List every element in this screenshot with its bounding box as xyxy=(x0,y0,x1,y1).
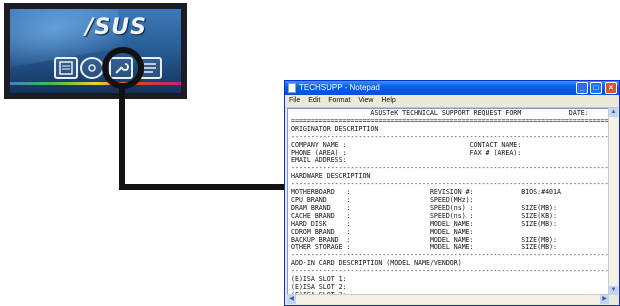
document-line: CDROM BRAND : MODEL NAME: xyxy=(291,227,474,236)
document-line: OTHER STORAGE : MODEL NAME: SIZE(MB): xyxy=(291,243,557,252)
menu-help[interactable]: Help xyxy=(381,97,395,104)
callout-line-vertical xyxy=(119,88,125,190)
rainbow-stripe xyxy=(10,82,181,85)
document-line: EMAIL ADDRESS: xyxy=(291,156,347,165)
document-line: (E)ISA SLOT 1: xyxy=(291,275,347,284)
document-line: ASUSTeK TECHNICAL SUPPORT REQUEST FORM D… xyxy=(291,109,589,117)
menu-bar: File Edit Format View Help xyxy=(285,95,619,108)
text-editor-area[interactable]: ASUSTeK TECHNICAL SUPPORT REQUEST FORM D… xyxy=(287,108,609,295)
vertical-scrollbar[interactable]: ▲ ▼ xyxy=(608,108,618,295)
document-line: PHONE (AREA) : FAX # (AREA): xyxy=(291,148,522,157)
scroll-right-arrow-icon[interactable]: ▶ xyxy=(600,295,609,304)
scroll-up-arrow-icon[interactable]: ▲ xyxy=(609,108,618,117)
document-text: ASUSTeK TECHNICAL SUPPORT REQUEST FORM D… xyxy=(288,109,609,294)
document-line: CACHE BRAND : SPEED(ns) : SIZE(KB): xyxy=(291,211,557,220)
menu-view[interactable]: View xyxy=(358,97,373,104)
notepad-app-icon xyxy=(288,83,296,93)
menu-format[interactable]: Format xyxy=(328,97,350,104)
asus-logo: /SUS xyxy=(85,15,147,40)
asus-menu-background: /SUS xyxy=(10,9,181,93)
cd-icon[interactable] xyxy=(80,57,104,79)
document-line: ========================================… xyxy=(291,116,609,125)
document-line: ----------------------------------------… xyxy=(291,180,609,189)
document-line: HARD DISK : MODEL NAME: SIZE(MB): xyxy=(291,219,557,228)
document-line: ----------------------------------------… xyxy=(291,132,609,141)
document-line: DRAM BRAND : SPEED(ns) : SIZE(MB): xyxy=(291,203,557,212)
callout-circle xyxy=(102,47,144,89)
scroll-down-arrow-icon[interactable]: ▼ xyxy=(609,286,618,295)
callout-line-horizontal xyxy=(119,184,286,190)
document-line: ADD-IN CARD DESCRIPTION (MODEL NAME/VEND… xyxy=(291,259,462,268)
asus-cd-menu-panel: /SUS xyxy=(4,3,187,99)
document-line: CPU BRAND : SPEED(MHz): xyxy=(291,195,474,204)
document-line: MOTHERBOARD : REVISION #: BIOS:#401A xyxy=(291,188,561,197)
document-line: ----------------------------------------… xyxy=(291,164,609,173)
minimize-button[interactable]: _ xyxy=(576,82,588,94)
notepad-titlebar[interactable]: TECHSUPP - Notepad _ □ × xyxy=(285,81,619,95)
close-button[interactable]: × xyxy=(605,82,617,94)
document-line: (E)ISA SLOT 2: xyxy=(291,282,347,291)
horizontal-scrollbar[interactable]: ◀ ▶ xyxy=(287,294,609,304)
document-line: COMPANY NAME : CONTACT NAME: xyxy=(291,140,522,149)
document-icon[interactable] xyxy=(54,57,78,79)
notepad-window: TECHSUPP - Notepad _ □ × File Edit Forma… xyxy=(284,80,620,306)
document-line: ----------------------------------------… xyxy=(291,251,609,260)
document-line: ORIGINATOR DESCRIPTION xyxy=(291,124,379,133)
document-line: ----------------------------------------… xyxy=(291,267,609,276)
scroll-left-arrow-icon[interactable]: ◀ xyxy=(287,295,296,304)
document-line: HARDWARE DESCRIPTION xyxy=(291,172,371,181)
window-title: TECHSUPP - Notepad xyxy=(299,83,380,92)
menu-file[interactable]: File xyxy=(289,97,300,104)
menu-edit[interactable]: Edit xyxy=(308,97,320,104)
document-line: BACKUP BRAND : MODEL NAME: SIZE(MB): xyxy=(291,235,557,244)
maximize-button[interactable]: □ xyxy=(590,82,602,94)
